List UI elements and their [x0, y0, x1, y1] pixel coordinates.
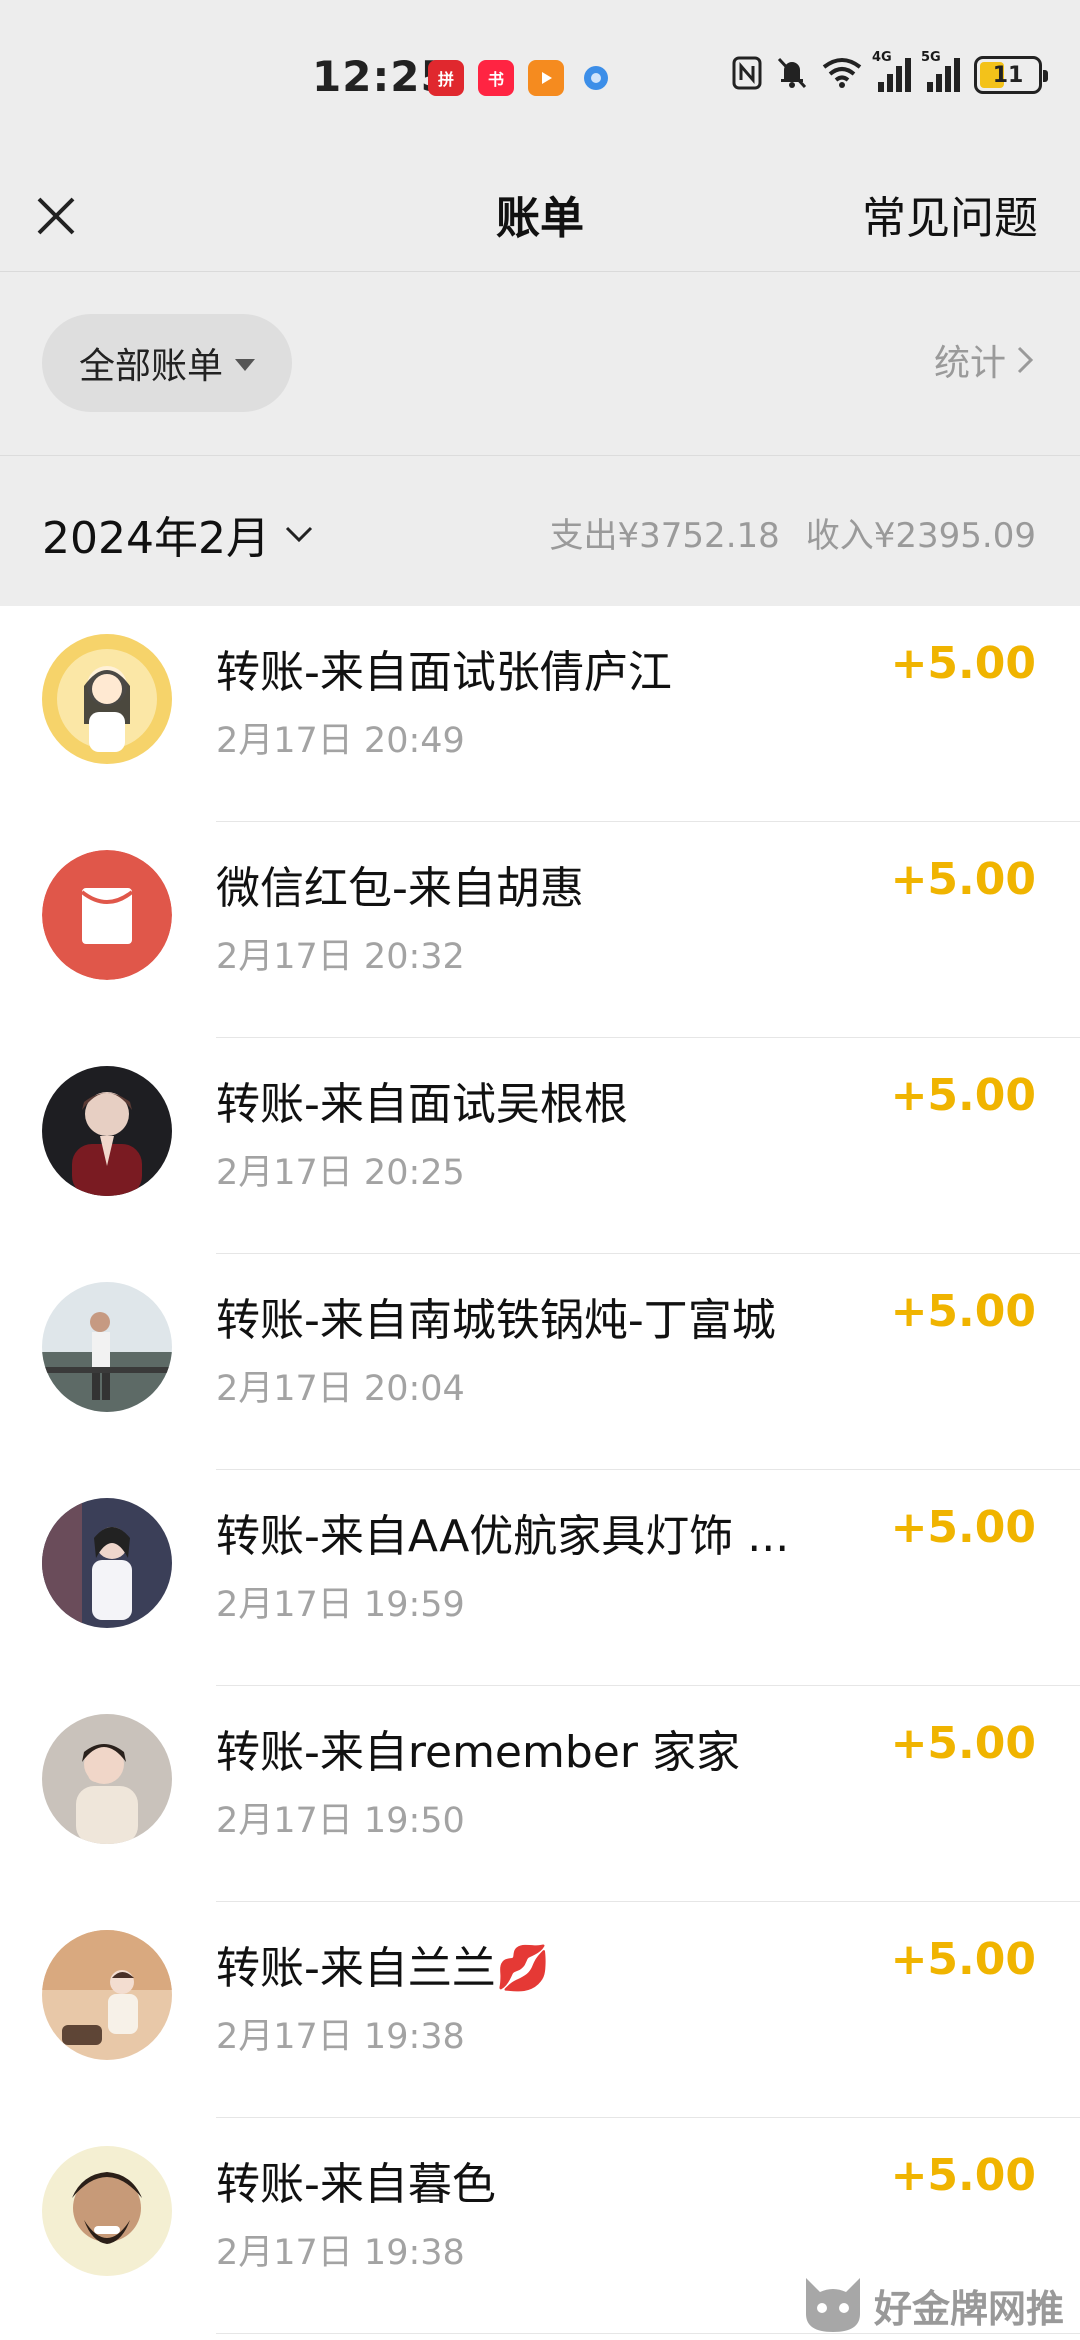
bill-time: 2月17日 19:38	[216, 2017, 465, 2057]
status-bar: 12:25 拼 书 4G 5G 11	[0, 0, 1080, 160]
header-area: 12:25 拼 书 4G 5G 11 账单 常见问题 全部账单 统计 2024年…	[0, 0, 1080, 606]
bill-amount: +5.00	[890, 2150, 1036, 2201]
bill-amount: +5.00	[890, 1070, 1036, 1121]
chevron-down-icon	[285, 526, 313, 543]
bill-item[interactable]: 转账-来自面试吴根根 2月17日 20:25 +5.00	[0, 1038, 1080, 1254]
bill-title: 转账-来自面试吴根根	[216, 1079, 628, 1130]
bill-amount: +5.00	[890, 1718, 1036, 1769]
watermark-text: 好金牌网推	[873, 2286, 1064, 2331]
avatar	[42, 1066, 172, 1196]
bill-title: 微信红包-来自胡惠	[216, 863, 584, 914]
bill-item[interactable]: 微信红包-来自胡惠 2月17日 20:32 +5.00	[0, 822, 1080, 1038]
bill-item[interactable]: 转账-来自面试张倩庐江 2月17日 20:49 +5.00	[0, 606, 1080, 822]
month-summary: 支出¥3752.18 收入¥2395.09	[550, 508, 1036, 557]
stats-label: 统计	[933, 343, 1006, 384]
xiaohongshu-icon: 书	[478, 60, 514, 96]
filter-row: 全部账单 统计	[0, 272, 1080, 456]
notification-icons: 拼 书	[428, 60, 614, 96]
avatar	[42, 2146, 172, 2276]
nav-bar: 账单 常见问题	[0, 160, 1080, 272]
bill-amount: +5.00	[890, 854, 1036, 905]
month-label: 2024年2月	[42, 513, 270, 564]
bill-time: 2月17日 19:59	[216, 1585, 465, 1625]
bill-amount: +5.00	[890, 1502, 1036, 1553]
nfc-icon	[732, 56, 762, 94]
bill-list: 转账-来自面试张倩庐江 2月17日 20:49 +5.00 微信红包-来自胡惠 …	[0, 606, 1080, 2334]
stats-link[interactable]: 统计	[934, 334, 1034, 386]
avatar	[42, 634, 172, 764]
signal-5g-label: 5G	[921, 50, 941, 65]
bill-title: 转账-来自remember 家家	[216, 1727, 740, 1778]
pinduoduo-icon: 拼	[428, 60, 464, 96]
bill-item[interactable]: 转账-来自AA优航家具灯饰 ... 2月17日 19:59 +5.00	[0, 1470, 1080, 1686]
income-total: 收入¥2395.09	[805, 516, 1036, 556]
bill-time: 2月17日 19:50	[216, 1801, 465, 1841]
mute-icon	[776, 56, 808, 94]
avatar	[42, 1930, 172, 2060]
bill-time: 2月17日 20:25	[216, 1153, 465, 1193]
bill-title: 转账-来自AA优航家具灯饰 ...	[216, 1511, 790, 1562]
signal-5g-icon: 5G	[921, 50, 960, 92]
month-row: 2024年2月 支出¥3752.18 收入¥2395.09	[0, 456, 1080, 606]
all-bills-filter-button[interactable]: 全部账单	[42, 314, 292, 412]
bill-item[interactable]: 转账-来自remember 家家 2月17日 19:50 +5.00	[0, 1686, 1080, 1902]
cat-logo-icon	[805, 2278, 860, 2332]
month-picker[interactable]: 2024年2月	[42, 502, 314, 566]
wifi-icon	[822, 57, 862, 93]
signal-4g-icon: 4G	[872, 50, 911, 92]
signal-4g-label: 4G	[872, 50, 892, 65]
bill-amount: +5.00	[890, 638, 1036, 689]
avatar	[42, 1714, 172, 1844]
bill-title: 转账-来自面试张倩庐江	[216, 647, 672, 698]
faq-link[interactable]: 常见问题	[862, 182, 1038, 246]
expense-total: 支出¥3752.18	[549, 516, 780, 556]
bill-item[interactable]: 转账-来自南城铁锅炖-丁富城 2月17日 20:04 +5.00	[0, 1254, 1080, 1470]
avatar	[42, 1282, 172, 1412]
bill-amount: +5.00	[890, 1286, 1036, 1337]
battery-icon: 11	[974, 56, 1048, 94]
red-packet-icon	[42, 850, 172, 980]
all-bills-label: 全部账单	[78, 346, 223, 387]
bill-item[interactable]: 转账-来自兰兰💋 2月17日 19:38 +5.00	[0, 1902, 1080, 2118]
browser-icon	[578, 60, 614, 96]
bill-time: 2月17日 19:38	[216, 2233, 465, 2273]
avatar	[42, 1498, 172, 1628]
bill-title: 转账-来自兰兰💋	[216, 1943, 551, 1994]
bill-time: 2月17日 20:04	[216, 1369, 465, 1409]
watermark: 好金牌网推	[798, 2274, 1064, 2336]
chevron-right-icon	[1017, 346, 1034, 374]
bill-time: 2月17日 20:32	[216, 937, 465, 977]
bill-amount: +5.00	[890, 1934, 1036, 1985]
bill-time: 2月17日 20:49	[216, 721, 465, 761]
caret-down-icon	[235, 359, 255, 371]
battery-level: 11	[992, 62, 1024, 88]
system-icons: 4G 5G 11	[732, 50, 1048, 94]
bill-title: 转账-来自暮色	[216, 2159, 496, 2210]
bill-title: 转账-来自南城铁锅炖-丁富城	[216, 1295, 776, 1346]
video-app-icon	[528, 60, 564, 96]
